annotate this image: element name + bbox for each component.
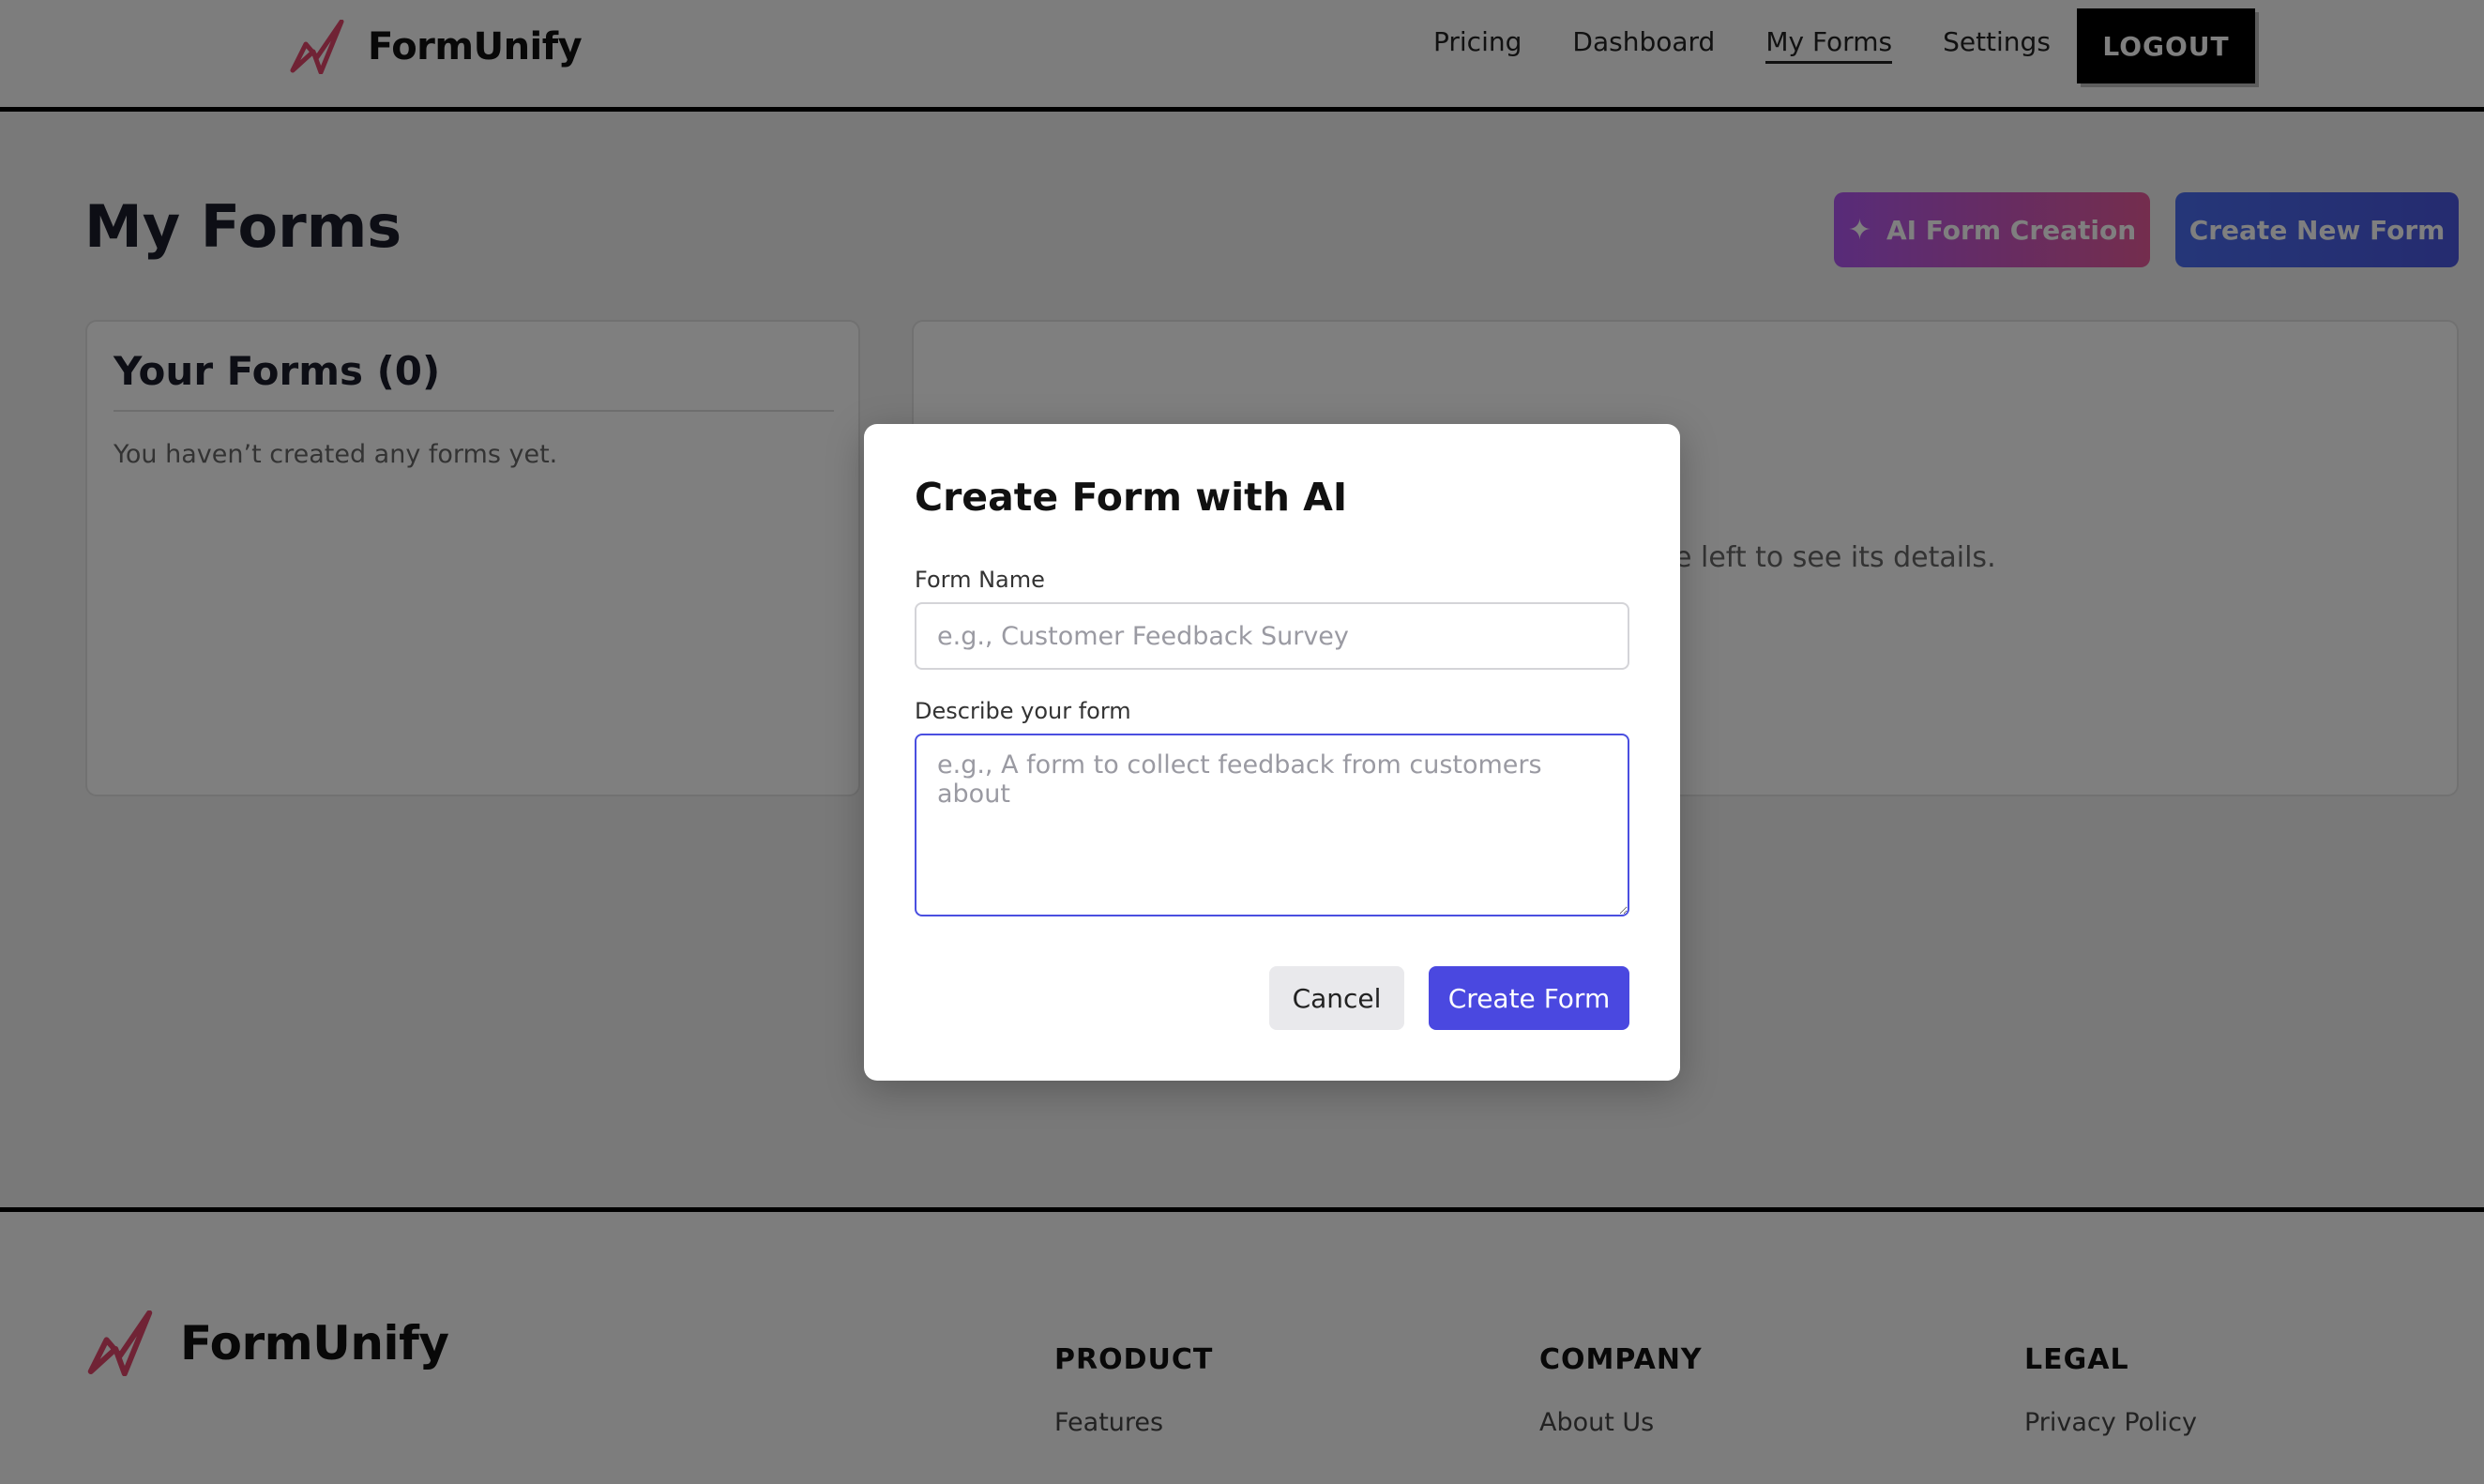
form-description-label: Describe your form bbox=[915, 698, 1131, 724]
create-form-ai-modal: Create Form with AI Form Name Describe y… bbox=[864, 424, 1680, 1081]
form-name-label: Form Name bbox=[915, 567, 1045, 593]
create-form-button[interactable]: Create Form bbox=[1429, 966, 1629, 1030]
form-name-input[interactable] bbox=[915, 602, 1629, 670]
form-description-textarea[interactable] bbox=[915, 734, 1629, 916]
modal-title: Create Form with AI bbox=[915, 475, 1348, 520]
cancel-button[interactable]: Cancel bbox=[1269, 966, 1404, 1030]
